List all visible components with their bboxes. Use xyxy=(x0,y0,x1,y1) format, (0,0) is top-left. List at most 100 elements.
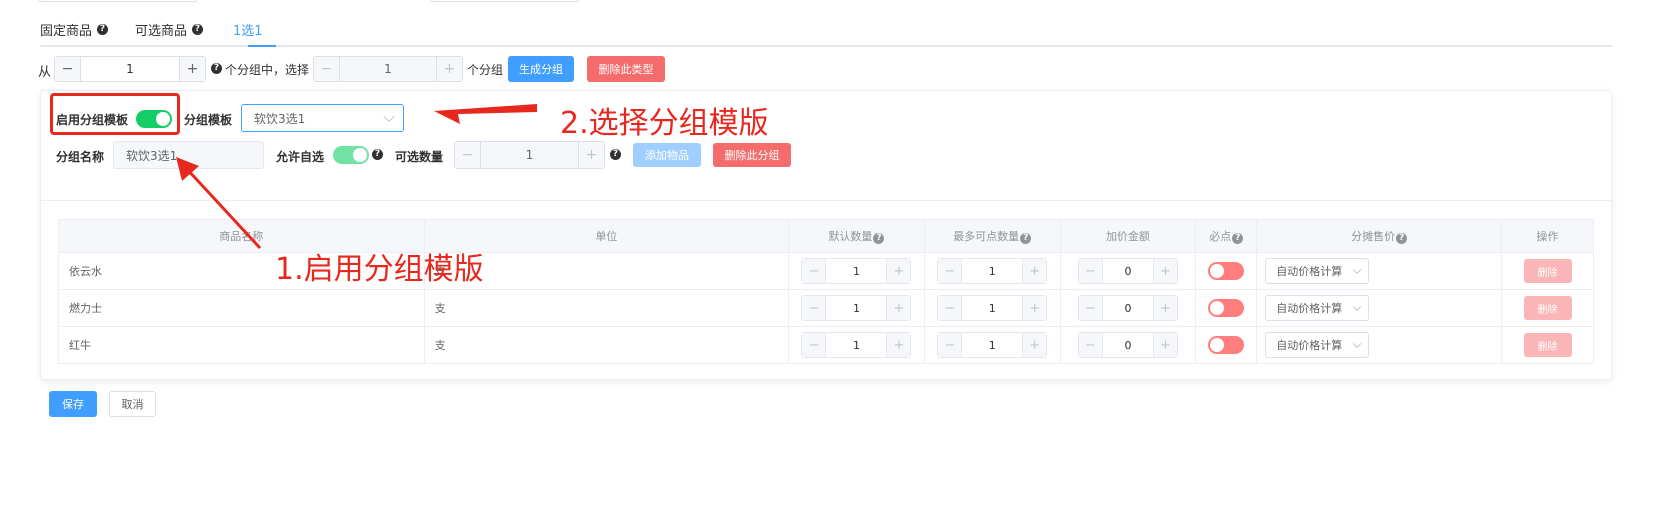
minus-icon[interactable]: − xyxy=(55,57,81,81)
active-tab-indicator xyxy=(248,45,276,47)
save-button[interactable]: 保存 xyxy=(49,391,97,417)
table-row: 红牛 支 −1 + −1 + −0 + 自动价格计算 删除 xyxy=(58,326,1594,364)
stepper-value[interactable]: 1 xyxy=(481,142,578,168)
template-select[interactable]: 软饮3选1 xyxy=(241,104,404,132)
plus-icon[interactable]: + xyxy=(1022,333,1047,357)
col-header: 操作 xyxy=(1501,219,1594,253)
plus-icon[interactable]: + xyxy=(1152,333,1177,357)
default-qty-stepper[interactable]: −1 + xyxy=(801,332,912,358)
plus-icon[interactable]: + xyxy=(1022,296,1047,320)
price-mode-select[interactable]: 自动价格计算 xyxy=(1265,258,1370,284)
minus-icon[interactable]: − xyxy=(455,142,481,168)
minus-icon[interactable]: − xyxy=(1078,296,1103,320)
delete-type-button[interactable]: 删除此类型 xyxy=(587,56,665,82)
required-switch[interactable] xyxy=(1208,262,1245,280)
max-qty-stepper[interactable]: −1 + xyxy=(937,295,1048,321)
product-unit: 支 xyxy=(424,289,790,327)
delete-row-button[interactable]: 删除 xyxy=(1523,296,1572,320)
help-icon[interactable]: ? xyxy=(372,149,383,160)
plus-icon[interactable]: + xyxy=(886,259,911,283)
required-switch[interactable] xyxy=(1208,336,1245,354)
chevron-down-icon xyxy=(1352,339,1362,349)
max-qty-stepper[interactable]: −1 + xyxy=(937,258,1048,284)
price-mode-select[interactable]: 自动价格计算 xyxy=(1265,295,1370,321)
plus-icon[interactable]: + xyxy=(886,333,911,357)
required-switch[interactable] xyxy=(1208,299,1245,317)
group-name-label: 分组名称 xyxy=(56,150,105,164)
tab-optional-products[interactable]: 可选商品 ? xyxy=(135,20,204,39)
minus-icon[interactable]: − xyxy=(1078,333,1103,357)
help-icon[interactable]: ? xyxy=(1232,233,1244,244)
chevron-down-icon xyxy=(1352,302,1362,312)
tab-1-of-1[interactable]: 1选1 xyxy=(233,20,263,39)
plus-icon[interactable]: + xyxy=(1022,259,1047,283)
stepper-value[interactable]: 1 xyxy=(340,57,436,81)
add-product-button[interactable]: 添加物品 xyxy=(633,143,701,167)
plus-icon[interactable]: + xyxy=(578,142,604,168)
plus-icon[interactable]: + xyxy=(436,57,462,81)
cancel-button[interactable]: 取消 xyxy=(109,391,156,417)
table-row: 燃力士 支 −1 + −1 + −0 + 自动价格计算 删除 xyxy=(58,289,1594,327)
col-header-split-price: 分摊售价? xyxy=(1256,219,1503,253)
divider xyxy=(40,200,1612,201)
delete-row-button[interactable]: 删除 xyxy=(1523,333,1572,357)
help-icon[interactable]: ? xyxy=(1020,233,1032,244)
price-mode-select[interactable]: 自动价格计算 xyxy=(1265,332,1370,358)
col-header: 加价金额 xyxy=(1060,219,1197,253)
help-icon[interactable]: ? xyxy=(97,24,109,35)
from-label: 从 xyxy=(38,65,52,80)
add-price-stepper[interactable]: −0 + xyxy=(1077,258,1178,284)
add-price-stepper[interactable]: −0 + xyxy=(1077,332,1178,358)
minus-icon[interactable]: − xyxy=(802,333,827,357)
group-name-input[interactable]: 软饮3选1 xyxy=(113,141,264,169)
group-products-table: 商品名称 单位 默认数量? 最多可点数量? 加价金额 必点? 分摊售价? 操作 … xyxy=(58,219,1594,364)
stepper-value[interactable]: 1 xyxy=(81,57,179,81)
tab-fixed-products[interactable]: 固定商品 ? xyxy=(40,20,109,39)
help-icon[interactable]: ? xyxy=(873,233,885,244)
generate-groups-button[interactable]: 生成分组 xyxy=(508,56,574,82)
tab-label: 可选商品 xyxy=(135,24,188,39)
end-label: 个分组 xyxy=(467,63,504,77)
chevron-down-icon xyxy=(1352,265,1362,275)
minus-icon[interactable]: − xyxy=(938,259,963,283)
minus-icon[interactable]: − xyxy=(1078,259,1103,283)
help-icon[interactable]: ? xyxy=(192,24,204,35)
select-group-stepper[interactable]: − 1 + xyxy=(313,56,463,82)
minus-icon[interactable]: − xyxy=(314,57,340,81)
plus-icon[interactable]: + xyxy=(179,57,205,81)
plus-icon[interactable]: + xyxy=(1152,296,1177,320)
default-qty-stepper[interactable]: −1 + xyxy=(801,295,912,321)
annotation-step1: 1.启用分组模版 xyxy=(275,252,484,287)
select-value: 软饮3选1 xyxy=(254,111,306,126)
selectable-count-stepper[interactable]: − 1 + xyxy=(454,141,605,169)
minus-icon[interactable]: − xyxy=(938,333,963,357)
col-header-required: 必点? xyxy=(1195,219,1258,253)
product-unit: 支 xyxy=(424,326,790,364)
selectable-count-label: 可选数量 xyxy=(395,150,444,164)
plus-icon[interactable]: + xyxy=(1152,259,1177,283)
minus-icon[interactable]: − xyxy=(802,296,827,320)
product-type-tabs: 固定商品 ? 可选商品 ? 1选1 xyxy=(40,0,1612,47)
input-value: 软饮3选1 xyxy=(126,148,178,163)
tab-label: 固定商品 xyxy=(40,24,93,39)
col-header-default-qty: 默认数量? xyxy=(788,219,925,253)
allow-self-select-label: 允许自选 xyxy=(276,150,325,164)
chevron-down-icon xyxy=(383,110,395,123)
minus-icon[interactable]: − xyxy=(938,296,963,320)
from-group-stepper[interactable]: − 1 + xyxy=(54,56,206,82)
help-icon[interactable]: ? xyxy=(211,63,222,74)
mid-label: 个分组中，选择 xyxy=(225,63,310,77)
plus-icon[interactable]: + xyxy=(886,296,911,320)
tab-label: 1选1 xyxy=(233,24,263,39)
delete-group-button[interactable]: 删除此分组 xyxy=(713,143,791,167)
default-qty-stepper[interactable]: −1 + xyxy=(801,258,912,284)
max-qty-stepper[interactable]: −1 + xyxy=(937,332,1048,358)
allow-self-select-switch[interactable] xyxy=(333,146,369,164)
add-price-stepper[interactable]: −0 + xyxy=(1077,295,1178,321)
minus-icon[interactable]: − xyxy=(802,259,827,283)
help-icon[interactable]: ? xyxy=(610,149,621,160)
annotation-highlight-box xyxy=(50,93,180,135)
help-icon[interactable]: ? xyxy=(1396,233,1408,244)
delete-row-button[interactable]: 删除 xyxy=(1523,259,1572,283)
template-label: 分组模板 xyxy=(184,113,233,127)
